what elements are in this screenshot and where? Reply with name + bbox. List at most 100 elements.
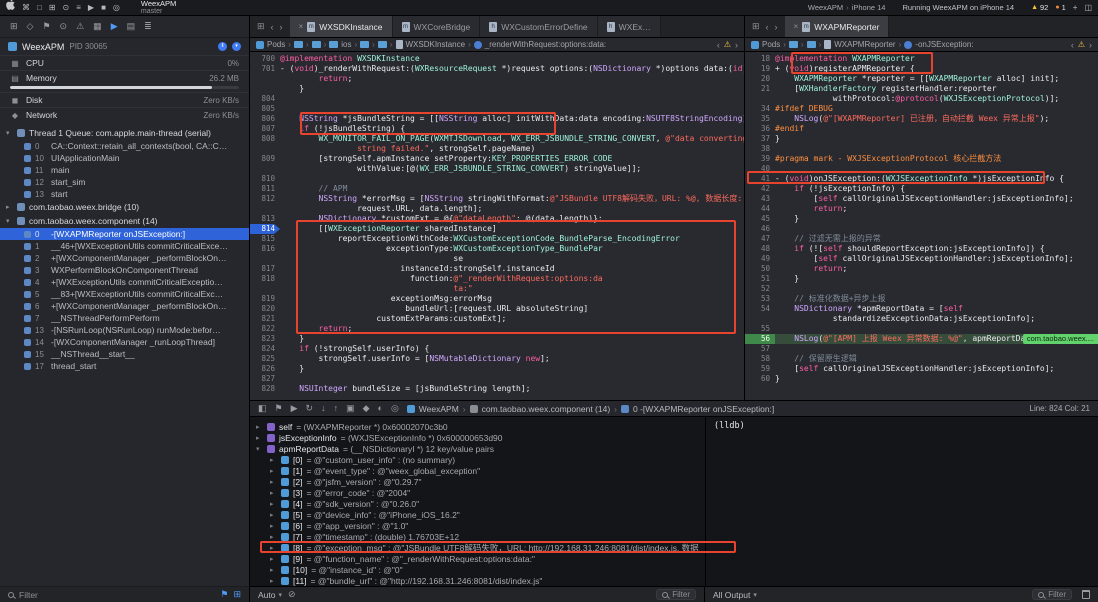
- add-icon[interactable]: +: [1073, 0, 1078, 16]
- line-number[interactable]: 806: [250, 114, 280, 124]
- code-line[interactable]: 54 NSDictionary *apmReportData = [self: [745, 304, 1098, 314]
- code-line[interactable]: 60}: [745, 374, 1098, 384]
- variable-row[interactable]: ▸[0]= @"custom_user_info" : (no summary): [250, 454, 705, 465]
- code-line[interactable]: 823 }: [250, 334, 744, 344]
- bookmarks-icon[interactable]: ⚑: [42, 21, 50, 32]
- jumpbar-segment[interactable]: Pods: [751, 40, 780, 49]
- prev-issue-icon[interactable]: ‹: [717, 40, 720, 50]
- stack-frame[interactable]: 12start_sim: [0, 176, 249, 188]
- window-icon[interactable]: ⌘: [22, 0, 30, 16]
- code-line[interactable]: 39#pragma mark - WXJSExceptionProtocol 核…: [745, 154, 1098, 164]
- disclosure-icon[interactable]: ▸: [270, 489, 277, 497]
- line-number[interactable]: 47: [745, 234, 775, 244]
- jumpbar-segment[interactable]: Pods: [256, 40, 285, 49]
- gauge-disk[interactable]: ◼DiskZero KB/s: [0, 92, 249, 107]
- code-line[interactable]: 824 if (!strongSelf.userInfo) {: [250, 344, 744, 354]
- variables-filter-field[interactable]: Filter: [656, 589, 696, 600]
- code-line[interactable]: 49 [self callOriginalJSExceptionHandler:…: [745, 254, 1098, 264]
- code-line[interactable]: 36#endif: [745, 124, 1098, 134]
- line-number[interactable]: 50: [745, 264, 775, 274]
- thread-queue-header[interactable]: ▾Thread 1 Queue: com.apple.main-thread (…: [0, 126, 249, 140]
- debug-breadcrumb[interactable]: 0 -[WXAPMReporter onJSException:]: [621, 404, 774, 414]
- line-number[interactable]: [250, 144, 280, 154]
- variable-row[interactable]: ▸self= (WXAPMReporter *) 0x60002070c3b0: [250, 421, 705, 432]
- continue-icon[interactable]: ▶: [291, 403, 298, 414]
- code-line[interactable]: 817 instanceId:strongSelf.instanceId: [250, 264, 744, 274]
- navigate-forward-icon[interactable]: ›: [280, 22, 283, 32]
- disclosure-icon[interactable]: ▸: [270, 467, 277, 475]
- line-number[interactable]: 810: [250, 174, 280, 184]
- stack-frame[interactable]: 15__NSThread__start__: [0, 348, 249, 360]
- breakpoints-toggle-icon[interactable]: ⚑: [275, 403, 283, 414]
- navigate-back-icon[interactable]: ‹: [271, 22, 274, 32]
- simulate-location-icon[interactable]: ◎: [391, 403, 399, 414]
- code-line[interactable]: 820 bundleUrl:[request.URL absoluteStrin…: [250, 304, 744, 314]
- variable-row[interactable]: ▸[4]= @"sdk_version" : @"0.26.0": [250, 498, 705, 509]
- stop-icon[interactable]: ■: [101, 0, 106, 16]
- stack-frame[interactable]: 11main: [0, 164, 249, 176]
- view-hierarchy-icon[interactable]: ▣: [346, 403, 355, 414]
- code-line[interactable]: 822 return;: [250, 324, 744, 334]
- code-line[interactable]: 821 customExtParams:customExt];: [250, 314, 744, 324]
- code-line[interactable]: 807 if (!jsBundleString) {: [250, 124, 744, 134]
- breakpoint-marker[interactable]: 814: [250, 224, 280, 234]
- line-number[interactable]: 57: [745, 344, 775, 354]
- grid-icon[interactable]: ⊞: [49, 0, 56, 16]
- variable-row[interactable]: ▸[1]= @"event_type" : @"weex_global_exce…: [250, 465, 705, 476]
- line-number[interactable]: 43: [745, 194, 775, 204]
- code-line[interactable]: 811 // APM: [250, 184, 744, 194]
- code-line[interactable]: withProtocol:@protocol(WXJSExceptionProt…: [745, 94, 1098, 104]
- next-issue-icon[interactable]: ›: [1089, 40, 1092, 50]
- breakpoints-icon[interactable]: ▤: [127, 21, 136, 32]
- line-number[interactable]: 58: [745, 354, 775, 364]
- code-line[interactable]: 52: [745, 284, 1098, 294]
- line-number[interactable]: 42: [745, 184, 775, 194]
- code-line[interactable]: 808 WX_MONITOR_FAIL_ON_PAGE(WXMTJSDownlo…: [250, 134, 744, 144]
- tile-window-icon[interactable]: □: [37, 0, 42, 16]
- line-number[interactable]: 804: [250, 94, 280, 104]
- variable-row[interactable]: ▾apmReportData= (__NSDictionaryI *) 12 k…: [250, 443, 705, 454]
- code-line[interactable]: 42 if (!jsExceptionInfo) {: [745, 184, 1098, 194]
- code-line[interactable]: 814 [[WXExceptionReporter sharedInstance…: [250, 224, 744, 234]
- filter-placeholder[interactable]: Filter: [19, 590, 38, 600]
- code-line[interactable]: 815 reportExceptionWithCode:WXCustomExce…: [250, 234, 744, 244]
- no-entry-icon[interactable]: ⊘: [288, 589, 296, 600]
- line-number[interactable]: [250, 204, 280, 214]
- debug-breadcrumb[interactable]: com.taobao.weex.component (14): [470, 404, 611, 414]
- gauge-network[interactable]: ◆NetworkZero KB/s: [0, 107, 249, 122]
- line-number[interactable]: 823: [250, 334, 280, 344]
- line-number[interactable]: 807: [250, 124, 280, 134]
- code-line[interactable]: 819 exceptionMsg:errorMsg: [250, 294, 744, 304]
- line-number[interactable]: 826: [250, 364, 280, 374]
- code-line[interactable]: 35 NSLog(@"[WXAPMReporter] 已注册，自动拦截 Weex…: [745, 114, 1098, 124]
- line-number[interactable]: 52: [745, 284, 775, 294]
- thread-queue-header[interactable]: ▾com.taobao.weex.component (14): [0, 214, 249, 228]
- issues-icon[interactable]: ⚠: [76, 21, 84, 32]
- console-output-dropdown[interactable]: All Output▾: [713, 590, 757, 600]
- code-line[interactable]: 810: [250, 174, 744, 184]
- stack-frame[interactable]: 0-[WXAPMReporter onJSException:]: [0, 228, 249, 240]
- editor-tab[interactable]: ×mWXSDKInstance: [290, 16, 393, 37]
- code-line[interactable]: 45 }: [745, 214, 1098, 224]
- line-number[interactable]: 21: [745, 84, 775, 94]
- disclosure-icon[interactable]: ▸: [270, 544, 277, 552]
- code-line[interactable]: 825 strongSelf.userInfo = [NSMutableDict…: [250, 354, 744, 364]
- code-line[interactable]: 41- (void)onJSException:(WXJSExceptionIn…: [745, 174, 1098, 184]
- line-number[interactable]: 46: [745, 224, 775, 234]
- code-line[interactable]: 47 // 过滤无需上报的异常: [745, 234, 1098, 244]
- disclosure-icon[interactable]: ▸: [270, 478, 277, 486]
- variable-row[interactable]: ▸[8]= @"exception_msg" : @"JSBundle UTF8…: [250, 542, 705, 553]
- disclosure-icon[interactable]: ▾: [6, 129, 13, 137]
- code-line[interactable]: 59 [self callOriginalJSExceptionHandler:…: [745, 364, 1098, 374]
- hide-debug-area-icon[interactable]: ◧: [258, 403, 267, 414]
- line-number[interactable]: 700: [250, 54, 280, 64]
- code-line[interactable]: 37}: [745, 134, 1098, 144]
- tab-close-icon[interactable]: ×: [794, 22, 799, 31]
- code-line[interactable]: }: [250, 84, 744, 94]
- code-line[interactable]: 20 WXAPMReporter *reporter = [[WXAPMRepo…: [745, 74, 1098, 84]
- jumpbar-segment[interactable]: [378, 41, 387, 48]
- line-number[interactable]: 37: [745, 134, 775, 144]
- source-control-icon[interactable]: ◇: [27, 21, 34, 32]
- code-line[interactable]: ta:": [250, 284, 744, 294]
- code-line[interactable]: 57: [745, 344, 1098, 354]
